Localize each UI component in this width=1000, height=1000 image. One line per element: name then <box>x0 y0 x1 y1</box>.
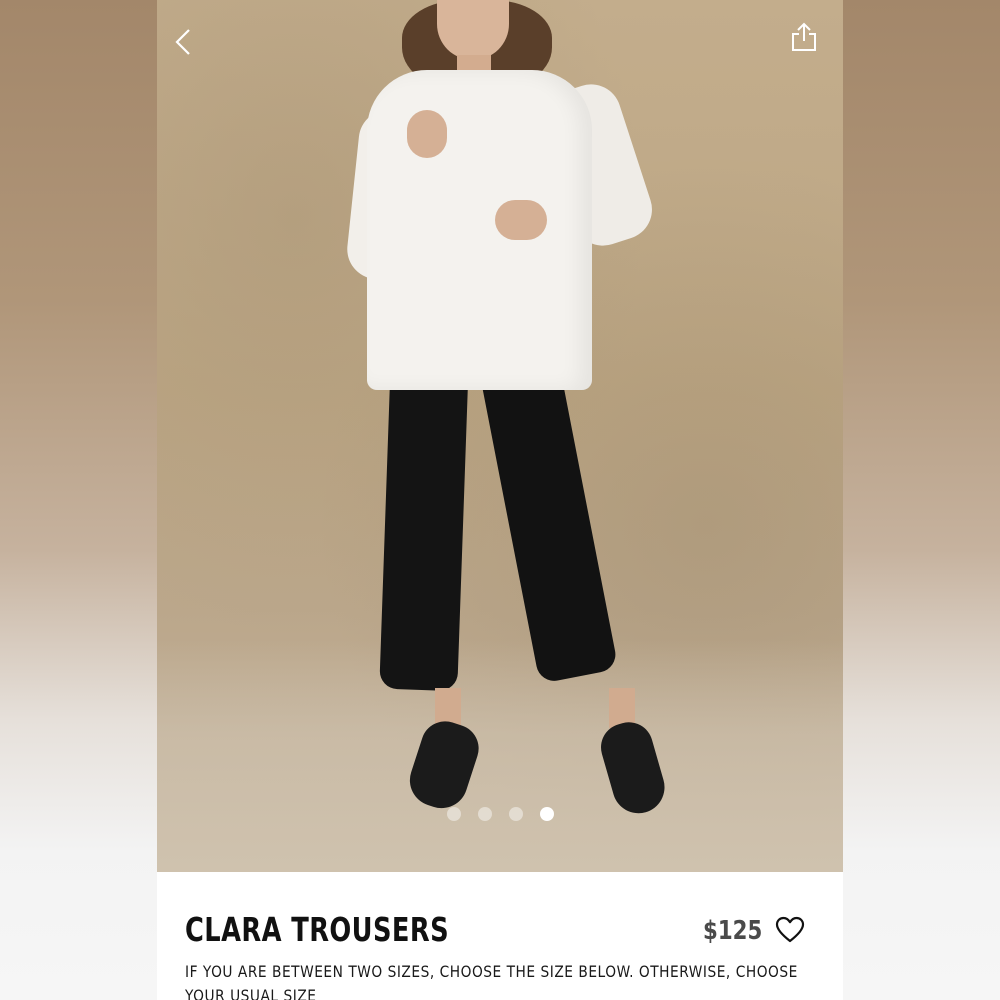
carousel-dot-2[interactable] <box>478 807 492 821</box>
product-image[interactable] <box>157 0 843 872</box>
carousel-dot-4-active[interactable] <box>540 807 554 821</box>
carousel-dot-1[interactable] <box>447 807 461 821</box>
product-price: $125 <box>703 916 763 946</box>
model-hand-left <box>407 110 447 158</box>
blurred-backdrop-right <box>843 0 1000 1000</box>
trouser-leg-right <box>477 344 619 684</box>
product-title: CLARA TROUSERS <box>185 910 450 949</box>
model-hand-right <box>495 200 547 240</box>
blurred-backdrop-left <box>0 0 157 1000</box>
trouser-leg-left <box>379 358 469 692</box>
share-icon[interactable] <box>787 20 821 54</box>
product-info: CLARA TROUSERS $125 IF YOU ARE BETWEEN T… <box>157 872 843 1000</box>
carousel-dot-3[interactable] <box>509 807 523 821</box>
white-shirt <box>367 70 592 390</box>
heart-icon[interactable] <box>775 916 805 944</box>
product-screen: CLARA TROUSERS $125 IF YOU ARE BETWEEN T… <box>157 0 843 1000</box>
size-advice-text: IF YOU ARE BETWEEN TWO SIZES, CHOOSE THE… <box>185 962 798 1000</box>
carousel-dots[interactable] <box>447 807 554 821</box>
chevron-left-icon[interactable] <box>169 26 201 58</box>
photo-floor <box>157 640 843 872</box>
